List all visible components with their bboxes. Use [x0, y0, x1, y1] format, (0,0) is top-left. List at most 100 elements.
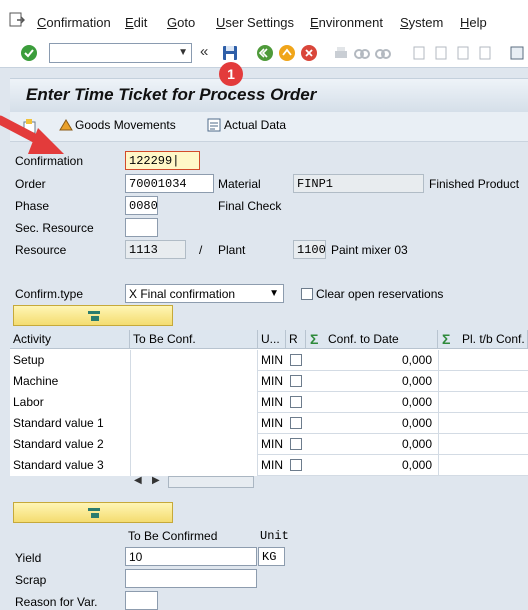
- phase-label: Phase: [15, 199, 50, 213]
- menu-help[interactable]: Help: [460, 15, 487, 30]
- material-field: FINP1: [293, 174, 424, 193]
- plant-field: 1100: [293, 240, 326, 259]
- row-unit: MIN: [261, 458, 283, 472]
- table-row: Standard value 2 MIN 0,000: [10, 434, 528, 455]
- menu-edit[interactable]: Edit: [125, 15, 147, 30]
- table-row: Setup MIN 0,000: [10, 350, 528, 371]
- row-to-be-conf-field[interactable]: [130, 455, 258, 476]
- row-unit: MIN: [261, 437, 283, 451]
- col-unit[interactable]: U...: [258, 330, 286, 349]
- actual-data-button[interactable]: Actual Data: [224, 118, 286, 132]
- previous-page-icon: [435, 46, 447, 60]
- chevron-down-icon[interactable]: ▼: [178, 47, 188, 58]
- menu-environment[interactable]: Environment: [310, 15, 383, 30]
- row-r-checkbox[interactable]: [290, 396, 302, 408]
- menu-bar: Confirmation Edit Goto User Settings Env…: [0, 0, 528, 40]
- row-to-be-conf-field[interactable]: [130, 350, 258, 371]
- menu-user-settings[interactable]: User Settings: [216, 15, 294, 30]
- material-description: Finished Product: [429, 177, 520, 191]
- last-page-icon: [479, 46, 491, 60]
- save-icon[interactable]: [221, 44, 239, 62]
- resource-label: Resource: [15, 243, 67, 257]
- page-title: Enter Time Ticket for Process Order: [26, 85, 317, 104]
- actual-data-icon: [207, 118, 221, 132]
- find-icon: [354, 49, 370, 59]
- confirm-type-select[interactable]: X Final confirmation ▼: [125, 284, 284, 303]
- row-conf-to-date: 0,000: [401, 437, 432, 451]
- col-to-be-conf[interactable]: To Be Conf.: [130, 330, 258, 349]
- confirmation-field[interactable]: 122299|: [125, 151, 200, 170]
- enter-check-icon[interactable]: [20, 44, 38, 62]
- row-pl-tb-conf: [438, 455, 528, 476]
- table-horizontal-scrollbar[interactable]: ◀ ▶: [132, 475, 254, 489]
- row-r-checkbox[interactable]: [290, 417, 302, 429]
- row-activity: Standard value 2: [10, 434, 130, 455]
- next-page-icon: [457, 46, 469, 60]
- step-badge: 1: [219, 62, 243, 86]
- col-r[interactable]: R: [286, 330, 306, 349]
- expand-quantities-button[interactable]: [13, 502, 173, 523]
- row-activity: Setup: [10, 350, 130, 371]
- row-r-checkbox[interactable]: [290, 459, 302, 471]
- resource-separator: /: [199, 243, 203, 257]
- table-row: Standard value 1 MIN 0,000: [10, 413, 528, 434]
- new-session-icon[interactable]: [508, 44, 526, 62]
- confirmation-label: Confirmation: [15, 154, 84, 168]
- col-pl-tb-conf[interactable]: Σ Pl. t/b Conf.: [438, 330, 528, 349]
- goods-movements-button[interactable]: Goods Movements: [75, 118, 176, 132]
- sec-resource-field[interactable]: [125, 218, 158, 237]
- activities-table: Activity To Be Conf. U... R Σ Conf. to D…: [10, 330, 528, 476]
- back-chevron-icon[interactable]: «: [200, 43, 208, 60]
- details-icon: [88, 508, 100, 518]
- scroll-right-icon[interactable]: ▶: [152, 475, 160, 486]
- sum-icon[interactable]: Σ: [442, 331, 450, 347]
- exit-icon[interactable]: [278, 44, 296, 62]
- to-be-confirmed-header: To Be Confirmed: [128, 529, 218, 543]
- back-icon[interactable]: [256, 44, 274, 62]
- row-activity: Standard value 3: [10, 455, 130, 476]
- row-pl-tb-conf: [438, 350, 528, 371]
- order-field[interactable]: 70001034: [125, 174, 214, 193]
- row-r-checkbox[interactable]: [290, 375, 302, 387]
- confirm-type-label: Confirm.type: [15, 287, 84, 301]
- find-next-icon: [375, 49, 391, 59]
- plant-label: Plant: [218, 243, 246, 257]
- menu-system[interactable]: System: [400, 15, 443, 30]
- clear-reservations-checkbox[interactable]: [301, 288, 313, 300]
- row-conf-to-date: 0,000: [401, 353, 432, 367]
- command-field[interactable]: ▼: [49, 43, 192, 63]
- row-to-be-conf-field[interactable]: [130, 392, 258, 413]
- exit-menu-icon[interactable]: [9, 12, 25, 28]
- menu-confirmation[interactable]: Confirmation: [37, 15, 111, 30]
- menu-goto[interactable]: Goto: [167, 15, 195, 30]
- col-conf-to-date-label: Conf. to Date: [328, 332, 399, 346]
- row-conf-to-date: 0,000: [401, 374, 432, 388]
- phase-field[interactable]: 0080: [125, 196, 158, 215]
- row-r-checkbox[interactable]: [290, 438, 302, 450]
- row-activity: Machine: [10, 371, 130, 392]
- yield-field[interactable]: 10: [125, 547, 257, 566]
- material-label: Material: [218, 177, 261, 191]
- reason-for-var-field[interactable]: [125, 591, 158, 610]
- expand-activities-button[interactable]: [13, 305, 173, 326]
- chevron-down-icon[interactable]: ▼: [269, 288, 279, 299]
- cancel-icon[interactable]: [300, 44, 318, 62]
- col-conf-to-date[interactable]: Σ Conf. to Date: [306, 330, 438, 349]
- row-pl-tb-conf: [438, 413, 528, 434]
- text-cursor: |: [172, 154, 180, 168]
- row-to-be-conf-field[interactable]: [130, 413, 258, 434]
- row-r-checkbox[interactable]: [290, 354, 302, 366]
- scroll-left-icon[interactable]: ◀: [134, 475, 142, 486]
- title-bar: Enter Time Ticket for Process Order: [10, 78, 528, 112]
- plant-description: Paint mixer 03: [331, 243, 408, 257]
- row-to-be-conf-field[interactable]: [130, 371, 258, 392]
- first-page-icon: [413, 46, 425, 60]
- scrap-field[interactable]: [125, 569, 257, 588]
- row-pl-tb-conf: [438, 392, 528, 413]
- yield-unit-field[interactable]: KG: [258, 547, 285, 566]
- col-activity[interactable]: Activity: [10, 330, 130, 349]
- row-to-be-conf-field[interactable]: [130, 434, 258, 455]
- sum-icon[interactable]: Σ: [310, 331, 318, 347]
- scroll-thumb[interactable]: [168, 476, 254, 488]
- row-unit: MIN: [261, 416, 283, 430]
